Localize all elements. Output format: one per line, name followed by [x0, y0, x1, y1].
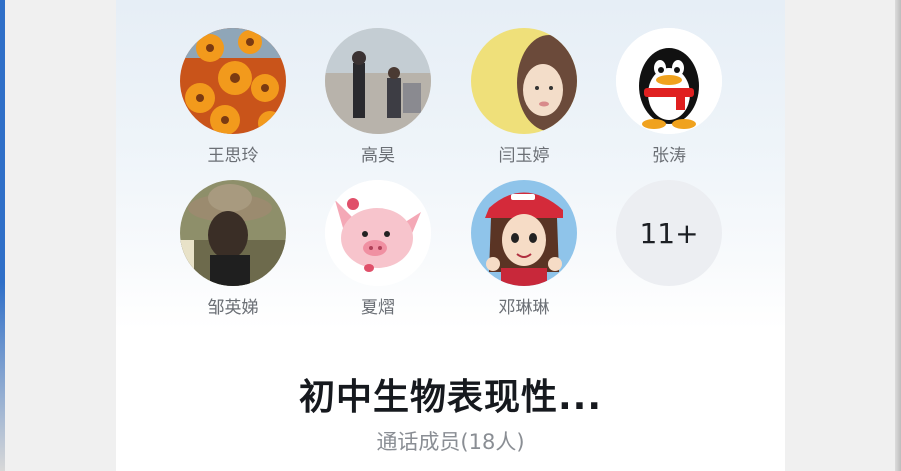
- background-window-edge-left: [0, 0, 5, 471]
- hat-photo-icon: [180, 180, 286, 286]
- more-members-item[interactable]: 11+: [609, 180, 729, 286]
- member-item[interactable]: 夏熠: [318, 180, 438, 319]
- cartoon-girl-icon: [471, 180, 577, 286]
- member-item[interactable]: 邓琳琳: [464, 180, 584, 319]
- member-name: 高昊: [361, 146, 395, 166]
- background-window-edge-right: [895, 0, 901, 471]
- member-name: 张涛: [652, 146, 686, 166]
- member-name: 王思玲: [207, 146, 259, 166]
- member-name: 闫玉婷: [498, 146, 550, 166]
- street-photo-icon: [325, 28, 431, 134]
- call-members-panel: 王思玲 高昊 闫玉婷 张涛 邹英娣 夏熠 邓琳琳 11+ 初中生物表现性... …: [116, 0, 785, 471]
- more-members-badge[interactable]: 11+: [616, 180, 722, 286]
- member-item[interactable]: 张涛: [609, 28, 729, 167]
- member-item[interactable]: 闫玉婷: [464, 28, 584, 167]
- member-item[interactable]: 王思玲: [173, 28, 293, 167]
- girl-photo-icon: [471, 28, 577, 134]
- member-item[interactable]: 邹英娣: [173, 180, 293, 319]
- member-name: 邹英娣: [207, 298, 259, 318]
- sunflowers-photo-icon: [180, 28, 286, 134]
- pig-cartoon-icon: [325, 180, 431, 286]
- group-title: 初中生物表现性...: [298, 377, 603, 418]
- member-name: 邓琳琳: [498, 298, 550, 318]
- member-name: 夏熠: [361, 298, 395, 318]
- member-item[interactable]: 高昊: [318, 28, 438, 167]
- call-member-count: 通话成员(18人): [376, 430, 525, 454]
- qq-penguin-icon: [616, 28, 722, 134]
